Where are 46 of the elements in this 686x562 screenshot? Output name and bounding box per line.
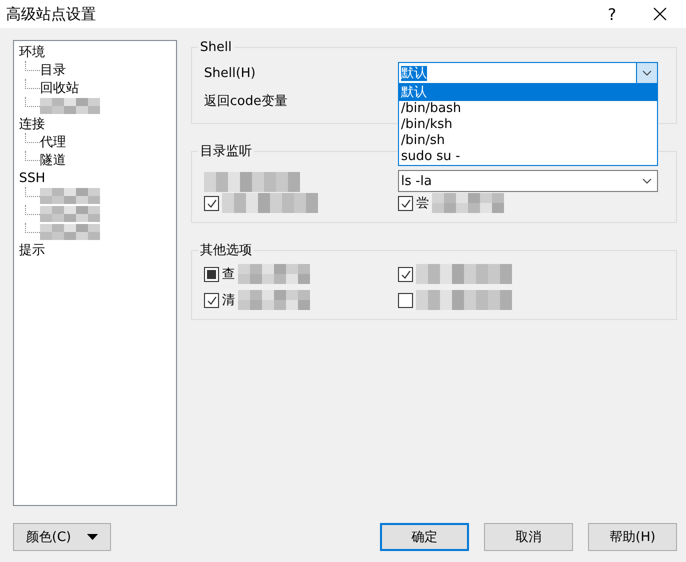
blurred-area: [40, 224, 100, 240]
dialog-button[interactable]: 取消: [484, 523, 573, 551]
help-button[interactable]: ?: [590, 4, 634, 24]
dialog-button[interactable]: 颜色(C): [13, 523, 111, 551]
tree-item[interactable]: 代理: [40, 133, 66, 151]
checkbox-label: 查: [222, 266, 235, 283]
chevron-down-icon: [642, 70, 652, 76]
blurred-area: [40, 188, 100, 204]
tree-item[interactable]: 连接: [19, 115, 45, 133]
field-label: Shell(H): [204, 66, 257, 80]
checkbox-label: 尝: [416, 195, 429, 212]
chevron-down-icon: [642, 178, 652, 184]
checkbox[interactable]: [398, 196, 413, 210]
checkbox[interactable]: [398, 292, 413, 308]
tree-item[interactable]: 环境: [19, 43, 45, 61]
dropdown-option[interactable]: 默认: [399, 85, 657, 101]
command-dropdown[interactable]: ls -la: [398, 170, 658, 192]
dialog-button[interactable]: 帮助(H): [588, 523, 677, 551]
blurred-area: [40, 206, 100, 222]
checkbox[interactable]: [204, 292, 219, 308]
checkbox[interactable]: [204, 266, 219, 282]
tree-item[interactable]: SSH: [19, 170, 46, 186]
blurred-area: [432, 193, 504, 213]
tree-item[interactable]: 提示: [19, 241, 45, 259]
field-label: 返回code变量: [204, 93, 288, 110]
caret-icon: [87, 534, 98, 540]
checkmark-icon: [400, 270, 410, 278]
checkmark-icon: [206, 198, 216, 208]
blurred-area: [238, 264, 310, 284]
dropdown-value: ls -la: [400, 174, 433, 188]
tree-item[interactable]: 隧道: [40, 151, 66, 169]
dropdown-value: 默认: [401, 66, 427, 81]
blurred-area: [238, 290, 310, 310]
group-title: Shell: [199, 40, 233, 55]
checkbox[interactable]: [398, 266, 413, 282]
tree-item[interactable]: 目录: [40, 61, 66, 79]
checkbox-label: 清: [222, 292, 235, 309]
checkmark-icon: [400, 198, 410, 208]
checkmark-icon: [206, 296, 216, 304]
group-title: 目录监听: [199, 143, 253, 160]
checkbox[interactable]: [204, 196, 219, 210]
tree-item[interactable]: 回收站: [40, 79, 79, 97]
blurred-area: [40, 98, 100, 114]
window-title: 高级站点设置: [6, 4, 97, 24]
dialog-button[interactable]: 确定: [380, 523, 469, 551]
group-title: 其他选项: [199, 242, 253, 259]
